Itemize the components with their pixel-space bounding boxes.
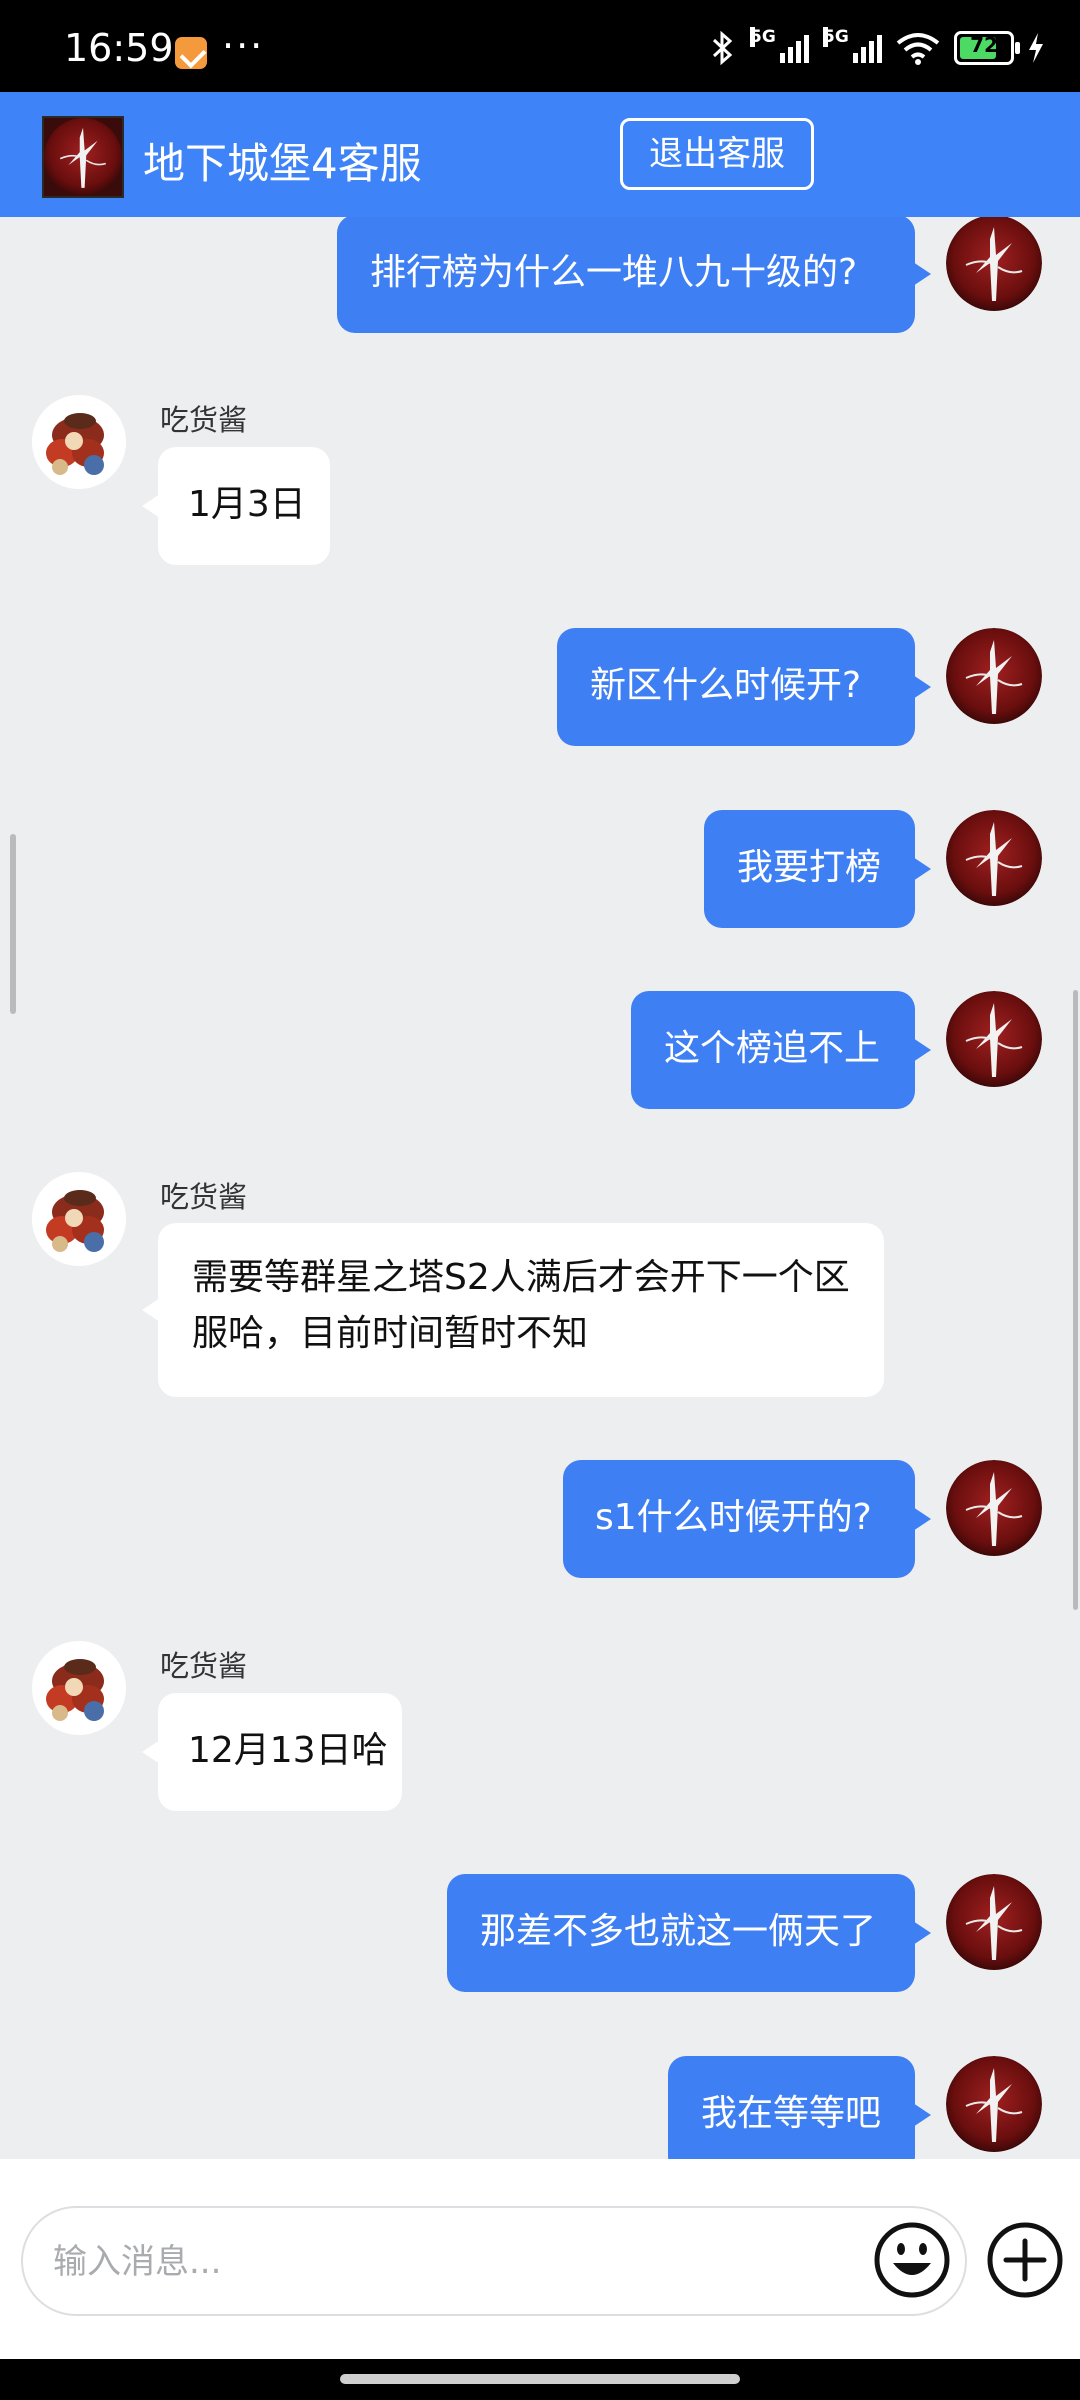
signal-icon: 5G: [750, 27, 809, 63]
outgoing-message[interactable]: 这个榜追不上: [631, 991, 931, 1109]
system-navigation-bar: [0, 2359, 1080, 2400]
message-list[interactable]: 排行榜为什么一堆八九十级的? 吃货酱 1月3日 新区什么时候开? 我要打榜 这个…: [0, 217, 1080, 2159]
exit-service-button[interactable]: 退出客服: [620, 118, 814, 190]
message-text: 那差不多也就这一俩天了: [480, 1911, 877, 1952]
outgoing-message[interactable]: 新区什么时候开?: [557, 628, 931, 746]
sender-name: 吃货酱: [160, 1180, 248, 1214]
incoming-message[interactable]: 需要等群星之塔S2人满后才会开下一个区服哈，目前时间暂时不知: [142, 1223, 884, 1397]
charging-icon: [1029, 33, 1043, 63]
battery-level: 72: [970, 33, 998, 57]
user-avatar[interactable]: [946, 1874, 1042, 1970]
chat-header: 地下城堡4客服 退出客服: [0, 92, 1080, 217]
user-avatar[interactable]: [946, 628, 1042, 724]
message-text: s1什么时候开的?: [595, 1497, 872, 1538]
network-type-label: 5G: [823, 27, 849, 47]
user-avatar[interactable]: [946, 810, 1042, 906]
status-time: 16:59: [64, 26, 174, 70]
message-text: 排行榜为什么一堆八九十级的?: [370, 252, 858, 293]
outgoing-message[interactable]: 我在等等吧: [668, 2056, 931, 2159]
add-attachment-icon[interactable]: [986, 2221, 1064, 2299]
message-text: 新区什么时候开?: [590, 665, 862, 706]
message-input-container[interactable]: [21, 2206, 967, 2316]
message-text: 这个榜追不上: [664, 1028, 881, 1069]
incoming-message[interactable]: 1月3日: [142, 447, 330, 565]
message-text: 我要打榜: [737, 847, 882, 888]
page-title: 地下城堡4客服: [143, 139, 422, 188]
outgoing-message[interactable]: 我要打榜: [704, 810, 931, 928]
message-text: 我在等等吧: [701, 2093, 882, 2134]
more-notifications-icon: ···: [222, 24, 265, 68]
user-avatar[interactable]: [946, 2056, 1042, 2152]
home-indicator[interactable]: [340, 2374, 740, 2384]
wifi-icon: [896, 33, 940, 65]
signal-icon: 5G: [823, 27, 882, 63]
scrollbar[interactable]: [1073, 990, 1078, 1610]
outgoing-message[interactable]: 那差不多也就这一俩天了: [447, 1874, 931, 1992]
message-text: 需要等群星之塔S2人满后才会开下一个区服哈，目前时间暂时不知: [192, 1257, 850, 1354]
agent-avatar[interactable]: [32, 395, 126, 489]
user-avatar[interactable]: [946, 991, 1042, 1087]
status-bar: 16:59 ··· 5G 5G 72: [0, 0, 1080, 92]
scroll-indicator: [10, 834, 16, 1014]
agent-avatar[interactable]: [32, 1641, 126, 1735]
outgoing-message[interactable]: s1什么时候开的?: [563, 1460, 931, 1578]
incoming-message[interactable]: 12月13日哈: [142, 1693, 402, 1811]
notes-app-icon: [175, 37, 207, 69]
emoji-icon[interactable]: [873, 2221, 951, 2299]
outgoing-message[interactable]: 排行榜为什么一堆八九十级的?: [337, 217, 931, 333]
message-text: 12月13日哈: [188, 1730, 388, 1771]
message-text: 1月3日: [188, 484, 306, 525]
battery-icon: 72: [954, 31, 1020, 65]
status-icons: 5G 5G 72: [710, 26, 1044, 70]
bluetooth-icon: [712, 30, 733, 66]
sender-name: 吃货酱: [160, 403, 248, 437]
message-input[interactable]: [51, 2228, 875, 2296]
user-avatar[interactable]: [946, 217, 1042, 311]
sender-name: 吃货酱: [160, 1649, 248, 1683]
user-avatar[interactable]: [946, 1460, 1042, 1556]
network-type-label: 5G: [750, 27, 776, 47]
game-logo-icon: [42, 116, 124, 198]
agent-avatar[interactable]: [32, 1172, 126, 1266]
